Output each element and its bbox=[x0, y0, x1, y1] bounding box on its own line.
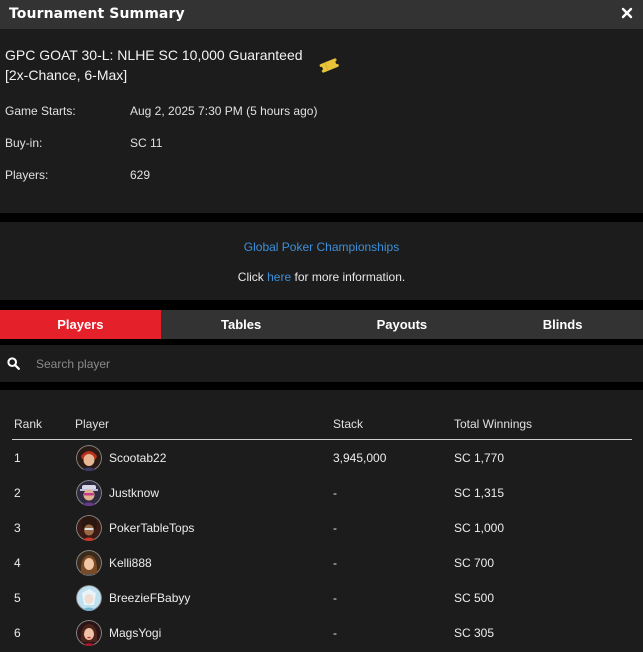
rank-cell: 2 bbox=[14, 486, 21, 500]
more-info-text: Click here for more information. bbox=[0, 270, 643, 284]
table-header: Rank Player Stack Total Winnings bbox=[12, 410, 632, 440]
table-row[interactable]: 4 Kelli888 - SC 700 bbox=[12, 546, 632, 581]
tournament-name: GPC GOAT 30-L: NLHE SC 10,000 Guaranteed… bbox=[5, 47, 303, 83]
header-rank[interactable]: Rank bbox=[14, 417, 42, 431]
ticket-icon bbox=[318, 58, 340, 73]
avatar bbox=[76, 515, 102, 541]
search-icon bbox=[7, 357, 20, 370]
search-input[interactable] bbox=[30, 351, 610, 376]
winnings-cell: SC 305 bbox=[454, 626, 495, 640]
rank-cell: 1 bbox=[14, 451, 21, 465]
more-info-suffix: for more information. bbox=[291, 270, 406, 284]
stack-cell: - bbox=[333, 486, 337, 500]
table-row[interactable]: 1 Scootab22 3,945,000 SC 1,770 bbox=[12, 441, 632, 476]
winnings-cell: SC 1,000 bbox=[454, 521, 505, 535]
stack-cell: - bbox=[333, 591, 337, 605]
rank-cell: 3 bbox=[14, 521, 21, 535]
rank-cell: 6 bbox=[14, 626, 21, 640]
avatar bbox=[76, 550, 102, 576]
table-row[interactable]: 5 BreezieFBabyy - SC 500 bbox=[12, 581, 632, 616]
avatar bbox=[76, 585, 102, 611]
more-info-link[interactable]: here bbox=[267, 270, 291, 284]
tab-bar: Players Tables Payouts Blinds bbox=[0, 310, 643, 339]
table-row[interactable]: 6 MagsYogi - SC 305 bbox=[12, 616, 632, 651]
stack-cell: - bbox=[333, 626, 337, 640]
header-player[interactable]: Player bbox=[75, 417, 109, 431]
header-stack[interactable]: Stack bbox=[333, 417, 363, 431]
avatar bbox=[76, 480, 102, 506]
detail-label: Game Starts: bbox=[5, 104, 76, 118]
tab-blinds[interactable]: Blinds bbox=[482, 310, 643, 339]
avatar bbox=[76, 620, 102, 646]
championships-link[interactable]: Global Poker Championships bbox=[0, 240, 643, 254]
stack-cell: 3,945,000 bbox=[333, 451, 387, 465]
tab-payouts[interactable]: Payouts bbox=[322, 310, 483, 339]
player-name: BreezieFBabyy bbox=[109, 591, 191, 605]
detail-label: Buy-in: bbox=[5, 136, 43, 150]
player-name: PokerTableTops bbox=[109, 521, 195, 535]
detail-value: SC 11 bbox=[130, 136, 163, 150]
detail-label: Players: bbox=[5, 168, 49, 182]
winnings-cell: SC 1,770 bbox=[454, 451, 505, 465]
rank-cell: 4 bbox=[14, 556, 21, 570]
close-icon[interactable] bbox=[620, 6, 634, 20]
search-bar bbox=[0, 345, 643, 382]
winnings-cell: SC 700 bbox=[454, 556, 495, 570]
tab-players[interactable]: Players bbox=[0, 310, 161, 339]
players-table: Rank Player Stack Total Winnings 1 Scoot… bbox=[0, 390, 643, 652]
tournament-info-panel: GPC GOAT 30-L: NLHE SC 10,000 Guaranteed… bbox=[0, 29, 643, 213]
player-name: Scootab22 bbox=[109, 451, 167, 465]
stack-cell: - bbox=[333, 556, 337, 570]
winnings-cell: SC 1,315 bbox=[454, 486, 505, 500]
title-bar: Tournament Summary bbox=[0, 0, 643, 29]
avatar bbox=[76, 445, 102, 471]
detail-value: Aug 2, 2025 7:30 PM (5 hours ago) bbox=[130, 104, 318, 118]
window-title: Tournament Summary bbox=[9, 6, 185, 22]
detail-value: 629 bbox=[130, 168, 151, 182]
player-name: Justknow bbox=[109, 486, 160, 500]
player-name: MagsYogi bbox=[109, 626, 162, 640]
stack-cell: - bbox=[333, 521, 337, 535]
table-row[interactable]: 2 Justknow - SC 1,315 bbox=[12, 476, 632, 511]
promo-panel: Global Poker Championships Click here fo… bbox=[0, 222, 643, 300]
divider bbox=[0, 213, 643, 222]
tab-tables[interactable]: Tables bbox=[161, 310, 322, 339]
table-row[interactable]: 3 PokerTableTops - SC 1,000 bbox=[12, 511, 632, 546]
more-info-prefix: Click bbox=[237, 270, 268, 284]
rank-cell: 5 bbox=[14, 591, 21, 605]
player-name: Kelli888 bbox=[109, 556, 152, 570]
header-winnings[interactable]: Total Winnings bbox=[454, 417, 532, 431]
winnings-cell: SC 500 bbox=[454, 591, 495, 605]
